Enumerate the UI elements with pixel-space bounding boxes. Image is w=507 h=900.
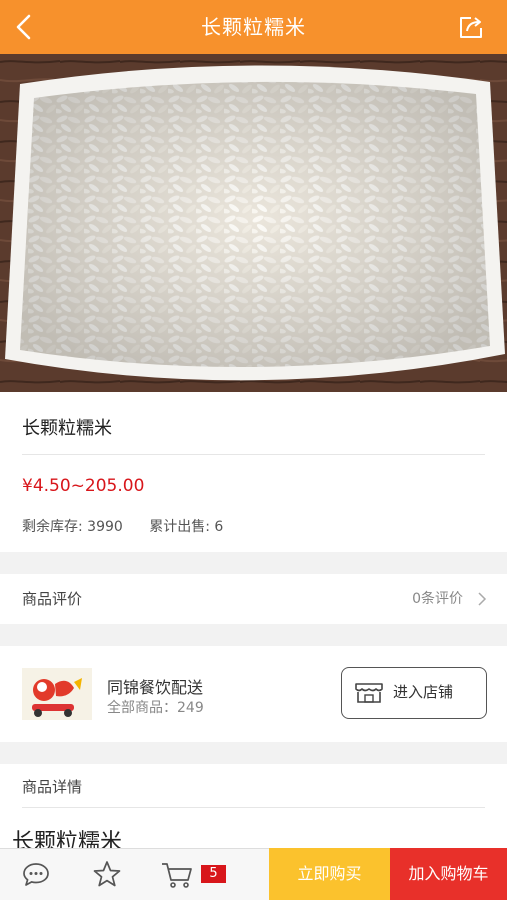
bottom-action-bar: 5 立即购买 加入购物车	[0, 848, 507, 900]
share-icon[interactable]	[457, 14, 485, 40]
shop-goods-label: 全部商品：	[107, 700, 177, 716]
star-icon[interactable]	[93, 860, 121, 888]
divider	[22, 807, 485, 808]
enter-shop-button[interactable]: 进入店铺	[341, 667, 487, 719]
rice-photo	[0, 54, 507, 392]
store-icon	[355, 683, 383, 703]
reviews-count: 0条评价	[412, 591, 463, 607]
page-title: 长颗粒糯米	[201, 15, 306, 39]
cart-count-badge: 5	[201, 865, 226, 883]
shop-card: 同锦餐饮配送 全部商品：249 进入店铺	[0, 646, 507, 742]
top-bar: 长颗粒糯米	[0, 0, 507, 54]
total-sold: 累计出售: 6	[149, 519, 224, 535]
shop-logo[interactable]	[22, 668, 92, 720]
product-price: ¥4.50~205.00	[22, 476, 145, 496]
chevron-right-icon	[478, 592, 487, 606]
chat-icon[interactable]	[22, 861, 50, 887]
cart-icon[interactable]	[161, 861, 193, 889]
divider	[22, 454, 485, 455]
shop-goods-count: 249	[177, 700, 204, 716]
shop-name: 同锦餐饮配送	[107, 678, 204, 697]
product-name: 长颗粒糯米	[22, 418, 112, 439]
reviews-label: 商品评价	[22, 590, 83, 608]
stock-remaining: 剩余库存: 3990	[22, 519, 123, 535]
product-info: 长颗粒糯米 ¥4.50~205.00 剩余库存: 3990 累计出售: 6	[0, 392, 507, 552]
add-to-cart-button[interactable]: 加入购物车	[390, 848, 507, 900]
enter-shop-label: 进入店铺	[393, 683, 454, 701]
detail-label: 商品详情	[22, 778, 83, 796]
product-image[interactable]	[0, 54, 507, 392]
reviews-row[interactable]: 商品评价 0条评价	[0, 574, 507, 624]
buy-now-button[interactable]: 立即购买	[269, 848, 390, 900]
shop-goods: 全部商品：249	[107, 697, 204, 717]
stock-row: 剩余库存: 3990 累计出售: 6	[22, 516, 245, 536]
